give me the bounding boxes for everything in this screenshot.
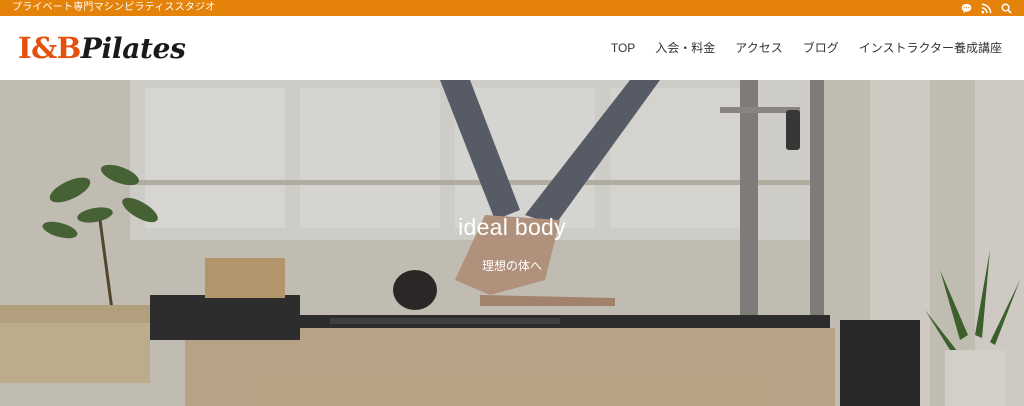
nav-item-instructor-course[interactable]: インストラクター養成講座: [849, 16, 1012, 80]
nav-item-membership-pricing[interactable]: 入会・料金: [645, 16, 725, 80]
studio-tagline: プライベート専門マシンピラティススタジオ: [12, 2, 216, 13]
hero-title: ideal body: [458, 214, 566, 240]
logo-mark: I&B: [18, 30, 81, 65]
search-icon[interactable]: [1000, 2, 1012, 14]
site-header: I&B Pilates TOP 入会・料金 アクセス ブログ インストラクター養…: [0, 16, 1024, 80]
hero-banner: ideal body 理想の体へ: [0, 80, 1024, 406]
chat-icon[interactable]: [960, 2, 972, 14]
topbar-icon-group: [960, 2, 1012, 14]
main-nav: TOP 入会・料金 アクセス ブログ インストラクター養成講座: [601, 16, 1012, 80]
hero-overlay: [0, 80, 1024, 406]
nav-item-top[interactable]: TOP: [601, 16, 645, 80]
nav-item-access[interactable]: アクセス: [725, 16, 792, 80]
hero-subtitle: 理想の体へ: [481, 259, 542, 273]
site-logo[interactable]: I&B Pilates: [18, 30, 186, 65]
logo-wordmark: Pilates: [80, 31, 186, 65]
top-announcement-bar: プライベート専門マシンピラティススタジオ: [0, 0, 1024, 16]
nav-item-blog[interactable]: ブログ: [793, 16, 849, 80]
rss-icon[interactable]: [980, 2, 992, 14]
